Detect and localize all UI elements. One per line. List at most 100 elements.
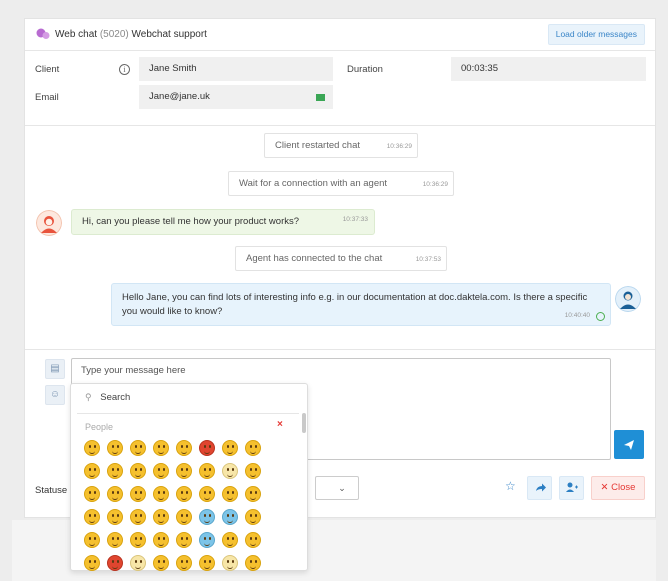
client-message-text: Hi, can you please tell me how your prod…: [82, 216, 300, 227]
transfer-user-button[interactable]: [559, 476, 584, 500]
emoji-icon[interactable]: [199, 532, 215, 548]
user-plus-icon: [566, 482, 578, 492]
emoji-icon[interactable]: [107, 509, 123, 525]
emoji-icon[interactable]: [199, 509, 215, 525]
agent-avatar: [615, 286, 641, 312]
emoji-icon[interactable]: [153, 509, 169, 525]
star-icon[interactable]: ☆: [505, 479, 516, 493]
emoji-icon[interactable]: [130, 532, 146, 548]
mail-icon[interactable]: [316, 94, 325, 101]
forward-icon: [536, 483, 546, 492]
emoji-icon[interactable]: [199, 555, 215, 571]
emoji-icon[interactable]: [245, 486, 261, 502]
emoji-icon[interactable]: [245, 463, 261, 479]
emoji-icon[interactable]: [245, 532, 261, 548]
close-button[interactable]: ✕ Close: [591, 476, 645, 500]
template-icon[interactable]: ▤: [45, 359, 65, 379]
system-message: Wait for a connection with an agent 10:3…: [228, 171, 454, 196]
emoji-icon[interactable]: [84, 486, 100, 502]
emoji-icon[interactable]: [84, 555, 100, 571]
emoji-icon[interactable]: [107, 463, 123, 479]
email-value: Jane@jane.uk: [149, 91, 210, 102]
emoji-icon[interactable]: [222, 463, 238, 479]
emoji-icon[interactable]: [176, 532, 192, 548]
emoji-icon[interactable]: [84, 532, 100, 548]
emoji-icon[interactable]: [153, 486, 169, 502]
message-time: 10:36:29: [422, 181, 448, 188]
close-label: Close: [611, 482, 636, 493]
emoji-icon[interactable]: [222, 486, 238, 502]
emoji-grid: [84, 440, 294, 578]
emoji-icon[interactable]: [130, 440, 146, 456]
emoji-icon[interactable]: [176, 555, 192, 571]
emoji-search[interactable]: ⚲ Search: [85, 392, 130, 403]
emoji-icon[interactable]: [176, 463, 192, 479]
emoji-picker: ⚲ Search People ×: [70, 383, 308, 571]
emoji-search-label: Search: [100, 392, 131, 403]
emoji-icon[interactable]: [153, 532, 169, 548]
system-message-text: Agent has connected to the chat: [246, 253, 383, 264]
emoji-icon[interactable]: [130, 486, 146, 502]
close-icon: ✕: [600, 482, 609, 493]
agent-message: Hello Jane, you can find lots of interes…: [111, 283, 611, 326]
agent-message-text: Hello Jane, you can find lots of interes…: [122, 292, 588, 317]
emoji-icon[interactable]: [199, 440, 215, 456]
emoji-icon[interactable]: [222, 509, 238, 525]
emoji-icon[interactable]: [199, 463, 215, 479]
emoji-icon[interactable]: [153, 463, 169, 479]
delivered-check-icon: [596, 312, 605, 321]
client-field: Jane Smith: [139, 57, 333, 81]
emoji-icon[interactable]: [222, 555, 238, 571]
emoji-row: [84, 509, 294, 525]
status-select[interactable]: ⌄: [315, 476, 359, 500]
emoji-icon[interactable]: [107, 532, 123, 548]
emoji-icon[interactable]: [107, 440, 123, 456]
emoji-icon[interactable]: [153, 440, 169, 456]
emoji-icon[interactable]: [245, 440, 261, 456]
emoji-icon[interactable]: [222, 440, 238, 456]
emoji-row: [84, 555, 294, 571]
emoji-icon[interactable]: [130, 509, 146, 525]
emoji-icon[interactable]: [176, 440, 192, 456]
duration-field: 00:03:35: [451, 57, 646, 81]
emoji-icon[interactable]: [153, 555, 169, 571]
emoji-icon[interactable]: [199, 486, 215, 502]
close-emoji-icon[interactable]: ×: [277, 419, 283, 430]
queue-name: Webchat support: [131, 29, 207, 40]
emoji-icon[interactable]: [84, 463, 100, 479]
system-message-text: Wait for a connection with an agent: [239, 178, 388, 189]
send-button[interactable]: [614, 430, 644, 459]
emoji-icon[interactable]: [107, 486, 123, 502]
emoji-scrollbar[interactable]: [302, 413, 306, 433]
system-message: Agent has connected to the chat 10:37:53: [235, 246, 447, 271]
client-avatar: [36, 210, 62, 236]
emoji-icon[interactable]: [130, 555, 146, 571]
emoji-row: [84, 486, 294, 502]
email-label: Email: [35, 92, 59, 103]
emoji-icon[interactable]: [176, 486, 192, 502]
emoji-icon[interactable]: [130, 463, 146, 479]
duration-label: Duration: [347, 64, 383, 75]
emoji-icon[interactable]: ☺: [45, 385, 65, 405]
info-icon[interactable]: i: [119, 64, 130, 75]
emoji-icon[interactable]: [84, 509, 100, 525]
emoji-category-label: People: [85, 422, 114, 432]
emoji-icon[interactable]: [245, 555, 261, 571]
emoji-icon[interactable]: [84, 440, 100, 456]
system-message: Client restarted chat 10:36:29: [264, 133, 418, 158]
message-time: 10:37:53: [415, 256, 441, 263]
forward-button[interactable]: [527, 476, 552, 500]
divider: [77, 413, 299, 414]
chat-bubbles-icon: [36, 28, 50, 39]
send-icon: [624, 440, 634, 450]
emoji-row: [84, 440, 294, 456]
emoji-row: [84, 463, 294, 479]
chat-title: Web chat (5020) Webchat support: [55, 29, 207, 40]
message-time: 10:37:33: [342, 216, 368, 223]
emoji-icon[interactable]: [107, 555, 123, 571]
chat-type-label: Web chat: [55, 29, 98, 40]
emoji-icon[interactable]: [222, 532, 238, 548]
emoji-icon[interactable]: [245, 509, 261, 525]
load-older-messages-button[interactable]: Load older messages: [547, 24, 645, 45]
emoji-icon[interactable]: [176, 509, 192, 525]
